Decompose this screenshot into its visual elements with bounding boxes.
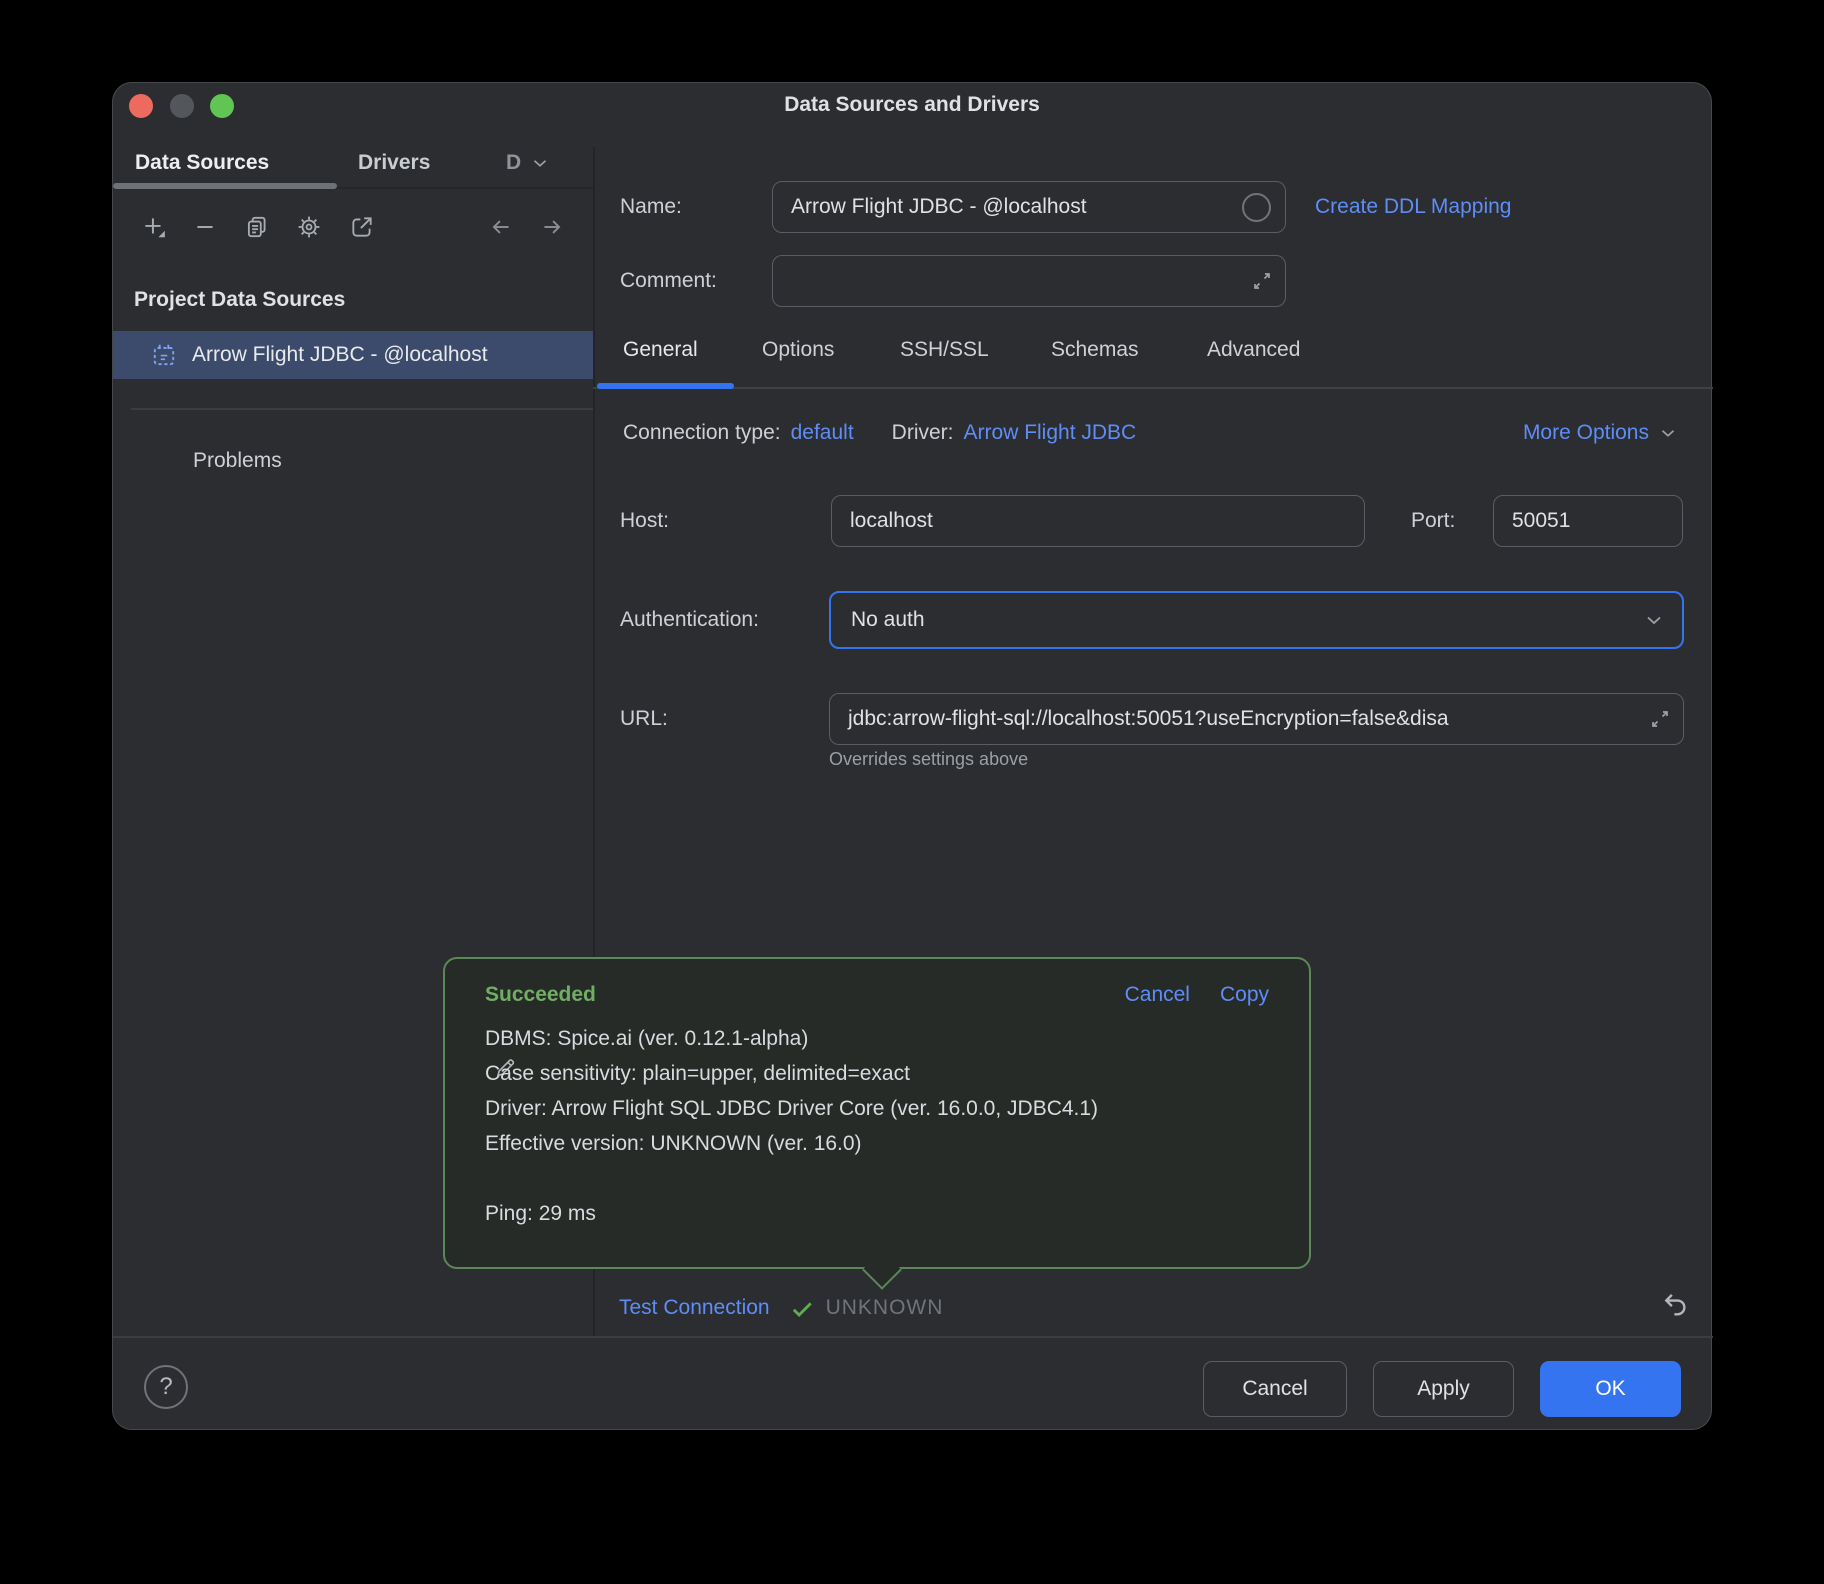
- name-label: Name:: [620, 193, 682, 221]
- cancel-button[interactable]: Cancel: [1203, 1361, 1347, 1417]
- name-input[interactable]: Arrow Flight JDBC - @localhost: [772, 181, 1286, 233]
- sidebar-item-problems[interactable]: Problems: [193, 447, 282, 475]
- tab-options[interactable]: Options: [762, 336, 834, 364]
- url-hint: Overrides settings above: [829, 749, 1028, 770]
- host-input[interactable]: localhost: [831, 495, 1365, 547]
- comment-input[interactable]: [772, 255, 1286, 307]
- check-icon: [788, 1294, 816, 1322]
- data-sources-dialog: Data Sources and Drivers Data Sources Dr…: [112, 82, 1712, 1430]
- remove-data-source-button[interactable]: [192, 214, 218, 240]
- forward-button[interactable]: [539, 214, 565, 240]
- connection-result: UNKNOWN: [826, 1296, 944, 1320]
- authentication-value: No auth: [851, 608, 925, 632]
- ok-button[interactable]: OK: [1540, 1361, 1681, 1417]
- url-input[interactable]: jdbc:arrow-flight-sql://localhost:50051?…: [829, 693, 1684, 745]
- comment-label: Comment:: [620, 267, 717, 295]
- settings-button[interactable]: [296, 214, 322, 240]
- tabs-divider: [593, 387, 1713, 389]
- gear-icon: [296, 214, 322, 240]
- popup-pointer: [862, 1250, 902, 1290]
- tab-overflow-ddl[interactable]: D: [506, 149, 551, 177]
- footer-divider: [113, 1336, 1713, 1338]
- expand-icon: [1648, 707, 1672, 731]
- popup-cancel-link[interactable]: Cancel: [1125, 983, 1190, 1007]
- test-connection-link[interactable]: Test Connection: [619, 1296, 770, 1320]
- arrow-left-icon: [488, 214, 514, 240]
- tab-schemas[interactable]: Schemas: [1051, 336, 1139, 364]
- popup-version-line: Effective version: UNKNOWN (ver. 16.0): [485, 1126, 1269, 1161]
- connection-type-value[interactable]: default: [791, 421, 854, 445]
- url-label: URL:: [620, 705, 668, 733]
- back-button[interactable]: [488, 214, 514, 240]
- active-tab-indicator: [597, 383, 734, 389]
- data-source-label: Arrow Flight JDBC - @localhost: [192, 343, 488, 367]
- undo-icon: [1660, 1288, 1690, 1318]
- arrow-right-icon: [539, 214, 565, 240]
- tab-general[interactable]: General: [623, 336, 698, 364]
- name-value: Arrow Flight JDBC - @localhost: [791, 195, 1087, 219]
- add-data-source-button[interactable]: [141, 214, 167, 240]
- tab-ssh-ssl[interactable]: SSH/SSL: [900, 336, 989, 364]
- connection-type-row: Connection type: default Driver: Arrow F…: [623, 419, 1136, 447]
- open-in-new-icon: [349, 214, 375, 240]
- window-title: Data Sources and Drivers: [113, 91, 1711, 119]
- project-data-sources-header: Project Data Sources: [134, 286, 345, 314]
- data-source-icon: [151, 342, 177, 368]
- duplicate-icon: [244, 214, 270, 240]
- refresh-spinner-icon: [1242, 193, 1271, 222]
- active-tab-underline: [113, 183, 337, 189]
- test-connection-popup: Succeeded Cancel Copy DBMS: Spice.ai (ve…: [443, 957, 1311, 1269]
- authentication-label: Authentication:: [620, 606, 759, 634]
- expand-url-button[interactable]: [1646, 705, 1674, 733]
- driver-value-link[interactable]: Arrow Flight JDBC: [964, 421, 1137, 445]
- export-button[interactable]: [349, 214, 375, 240]
- sidebar-divider: [131, 408, 593, 410]
- host-value: localhost: [850, 509, 933, 533]
- port-label: Port:: [1411, 507, 1455, 535]
- chevron-down-icon: [1657, 422, 1679, 444]
- popup-dbms-line: DBMS: Spice.ai (ver. 0.12.1-alpha): [485, 1021, 1269, 1056]
- port-value: 50051: [1512, 509, 1570, 533]
- tab-advanced[interactable]: Advanced: [1207, 336, 1300, 364]
- url-value: jdbc:arrow-flight-sql://localhost:50051?…: [848, 707, 1449, 731]
- popup-copy-link[interactable]: Copy: [1220, 983, 1269, 1007]
- revert-button[interactable]: [1659, 1287, 1691, 1319]
- popup-status: Succeeded: [485, 983, 596, 1007]
- popup-case-line: Case sensitivity: plain=upper, delimited…: [485, 1056, 1269, 1091]
- tab-overflow-label: D: [506, 149, 521, 177]
- help-button[interactable]: ?: [144, 1365, 188, 1409]
- popup-driver-line: Driver: Arrow Flight SQL JDBC Driver Cor…: [485, 1091, 1269, 1126]
- authentication-select[interactable]: No auth: [829, 591, 1684, 649]
- apply-button[interactable]: Apply: [1373, 1361, 1514, 1417]
- popup-ping-line: Ping: 29 ms: [485, 1196, 1269, 1231]
- tab-drivers[interactable]: Drivers: [358, 149, 430, 177]
- more-options-label: More Options: [1523, 421, 1649, 445]
- port-input[interactable]: 50051: [1493, 495, 1683, 547]
- chevron-down-icon: [529, 152, 551, 174]
- plus-icon: [141, 214, 167, 240]
- expand-comment-button[interactable]: [1248, 267, 1276, 295]
- driver-label: Driver:: [892, 421, 954, 445]
- connection-type-label: Connection type:: [623, 421, 781, 445]
- tab-data-sources[interactable]: Data Sources: [135, 149, 269, 177]
- more-options-button[interactable]: More Options: [1523, 419, 1679, 447]
- data-source-list-item[interactable]: Arrow Flight JDBC - @localhost: [113, 331, 593, 379]
- host-label: Host:: [620, 507, 669, 535]
- duplicate-button[interactable]: [244, 214, 270, 240]
- create-ddl-mapping-link[interactable]: Create DDL Mapping: [1315, 193, 1512, 221]
- chevron-down-icon: [1642, 608, 1666, 632]
- expand-icon: [1250, 269, 1274, 293]
- minus-icon: [192, 214, 218, 240]
